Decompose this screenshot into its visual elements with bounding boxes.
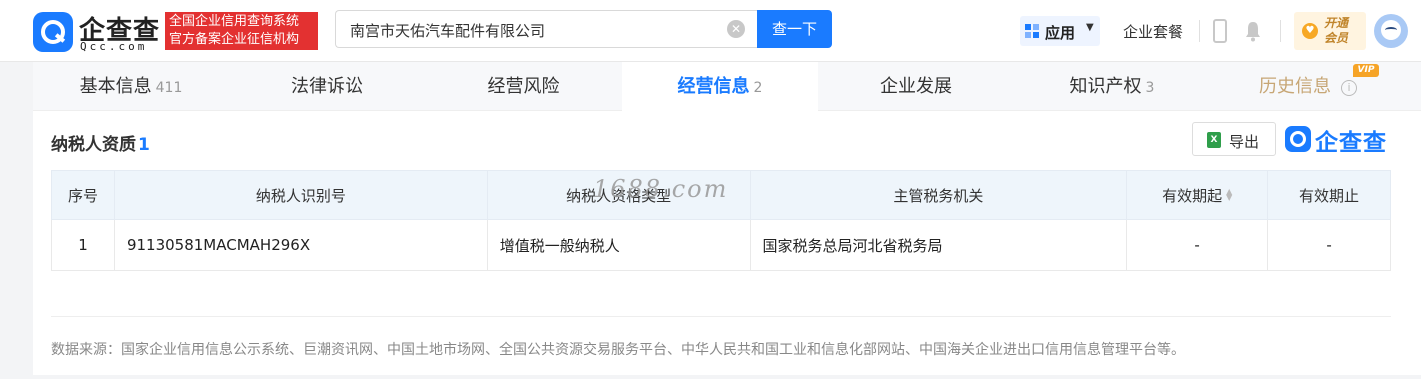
tab-label: 经营风险: [487, 76, 560, 97]
cell-valid-from: -: [1126, 219, 1269, 271]
cell-valid-to: -: [1267, 219, 1391, 271]
tab-label: 基本信息: [79, 76, 152, 97]
apps-menu[interactable]: 应用 ▼: [1020, 16, 1100, 46]
divider: [1199, 20, 1200, 42]
tab-count: 411: [155, 80, 183, 96]
avatar[interactable]: [1374, 14, 1408, 48]
open-vip-button[interactable]: ♥ 开通 会员: [1294, 12, 1366, 50]
col-header-valid-to: 有效期止: [1267, 170, 1391, 220]
tab-business-info[interactable]: 经营信息 2: [622, 62, 818, 111]
qcc-logo-icon: [1285, 126, 1311, 152]
clear-icon[interactable]: ✕: [727, 20, 745, 38]
search-value: 南宫市天佑汽车配件有限公司: [350, 22, 546, 40]
export-label: 导出: [1229, 133, 1260, 151]
logo-domain: Qcc.com: [80, 40, 148, 53]
cell-tax-authority: 国家税务总局河北省税务局: [749, 219, 1128, 271]
search-input[interactable]: 南宫市天佑汽车配件有限公司 ✕: [335, 10, 757, 48]
qcc-logo[interactable]: 企查查 Qcc.com: [33, 12, 163, 53]
slogan-badge: 全国企业信用查询系统 官方备案企业征信机构: [165, 12, 318, 50]
cell-taxpayer-id: 91130581MACMAH296X: [113, 219, 488, 271]
tab-basic-info[interactable]: 基本信息 411: [33, 62, 229, 111]
tab-legal[interactable]: 法律诉讼: [229, 62, 425, 111]
col-header-valid-from[interactable]: 有效期起 ▲ ▼: [1126, 170, 1269, 220]
divider: [1280, 20, 1281, 42]
col-header-index: 序号: [51, 170, 115, 220]
content-card: 基本信息 411 法律诉讼 经营风险 经营信息 2 企业发展 知识产权 3 历史信息 i…: [33, 62, 1421, 375]
tab-development[interactable]: 企业发展: [818, 62, 1014, 111]
tab-business-risk[interactable]: 经营风险: [425, 62, 622, 111]
search-button[interactable]: 查一下: [757, 10, 832, 48]
enterprise-package-link[interactable]: 企业套餐: [1123, 21, 1183, 42]
caret-down-icon: ▼: [1086, 22, 1094, 33]
bell-icon[interactable]: [1244, 20, 1262, 42]
excel-icon: X: [1207, 132, 1221, 148]
col-header-taxpayer-id: 纳税人识别号: [113, 170, 488, 220]
divider: [51, 316, 1391, 317]
tab-count: 3: [1145, 80, 1155, 96]
col-header-tax-authority: 主管税务机关: [749, 170, 1128, 220]
section-count: 1: [138, 135, 150, 155]
vip-label-line-2: 会员: [1324, 31, 1349, 45]
tab-count: 2: [753, 80, 763, 96]
table-row: 1 91130581MACMAH296X 增值税一般纳税人 国家税务总局河北省税…: [51, 219, 1391, 271]
info-icon[interactable]: i: [1341, 80, 1357, 96]
slogan-line-1: 全国企业信用查询系统: [169, 14, 300, 29]
tab-label: 法律诉讼: [291, 76, 363, 97]
qcc-brand-logo: 企查查: [1285, 124, 1391, 156]
cell-taxpayer-type: 增值税一般纳税人: [486, 219, 751, 271]
watermark: 1688.com: [593, 175, 729, 203]
cell-index: 1: [51, 219, 115, 271]
tab-label: 历史信息: [1259, 76, 1331, 97]
mobile-icon[interactable]: [1213, 19, 1227, 43]
qcc-logo-icon: [33, 12, 73, 52]
col-header-valid-from-label: 有效期起: [1162, 186, 1223, 205]
tab-label: 知识产权: [1069, 76, 1142, 97]
heart-icon: ♥: [1302, 23, 1318, 39]
tab-ip[interactable]: 知识产权 3: [1014, 62, 1210, 111]
sort-icon[interactable]: ▲ ▼: [1226, 187, 1232, 201]
vip-badge: VIP: [1353, 64, 1379, 77]
tab-bar: 基本信息 411 法律诉讼 经营风险 经营信息 2 企业发展 知识产权 3 历史信息 i…: [33, 62, 1421, 111]
export-button[interactable]: X 导出: [1192, 122, 1276, 156]
section-title: 纳税人资质 1: [51, 130, 150, 155]
grid-icon: [1025, 24, 1039, 38]
slogan-line-2: 官方备案企业征信机构: [169, 32, 300, 47]
vip-label: 开通 会员: [1324, 16, 1348, 46]
apps-label: 应用: [1045, 24, 1076, 42]
data-source-note: 数据来源：国家企业信用信息公示系统、巨潮资讯网、中国土地市场网、全国公共资源交易…: [51, 342, 1185, 358]
top-bar: 企查查 Qcc.com 全国企业信用查询系统 官方备案企业征信机构 南宫市天佑汽…: [0, 0, 1421, 62]
tab-label: 经营信息: [677, 76, 750, 97]
vip-label-line-1: 开通: [1324, 16, 1349, 30]
tab-label: 企业发展: [880, 76, 952, 97]
section-title-text: 纳税人资质: [51, 135, 136, 155]
brand-text: 企查查: [1315, 130, 1387, 156]
